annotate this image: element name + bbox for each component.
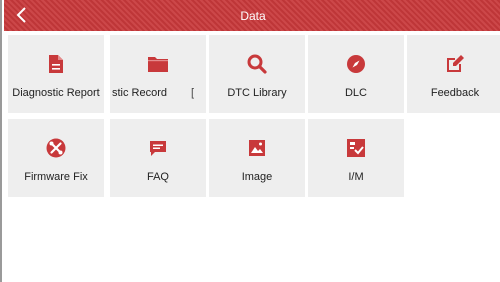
tile-label: DLC	[344, 87, 367, 99]
tile-label: FAQ	[146, 171, 169, 183]
search-icon	[209, 53, 305, 75]
top-bar: Data	[4, 0, 500, 31]
tile-label: Firmware Fix	[24, 171, 88, 183]
tile-im[interactable]: I/M	[308, 119, 404, 197]
inspection-icon	[308, 137, 404, 159]
tile-feedback[interactable]: Feedback	[407, 35, 500, 113]
tile-label: DTC Library	[227, 87, 287, 99]
tile-label: Diagnostic Report	[12, 87, 100, 99]
app-window: Data Diagnostic Report stic Record [DTC…	[0, 0, 500, 282]
document-icon	[8, 53, 104, 75]
tile-dlc[interactable]: DLC	[308, 35, 404, 113]
tile-label-overflow: [	[190, 87, 194, 99]
tile-label: Image	[241, 171, 273, 183]
tools-icon	[8, 137, 104, 159]
tile-faq[interactable]: FAQ	[110, 119, 206, 197]
page-title: Data	[240, 9, 266, 23]
folder-icon	[110, 53, 206, 75]
tile-label: Feedback	[430, 87, 480, 99]
tile-dtc-library[interactable]: DTC Library	[209, 35, 305, 113]
tile-diagnostic-report[interactable]: Diagnostic Report	[8, 35, 104, 113]
compass-icon	[308, 53, 404, 75]
tile-image[interactable]: Image	[209, 119, 305, 197]
tile-diagnostic-record[interactable]: stic Record [	[110, 35, 206, 113]
tile-label: I/M	[348, 171, 364, 183]
edit-icon	[407, 53, 500, 75]
image-icon	[209, 137, 305, 159]
chat-icon	[110, 137, 206, 159]
tile-firmware-fix[interactable]: Firmware Fix	[8, 119, 104, 197]
